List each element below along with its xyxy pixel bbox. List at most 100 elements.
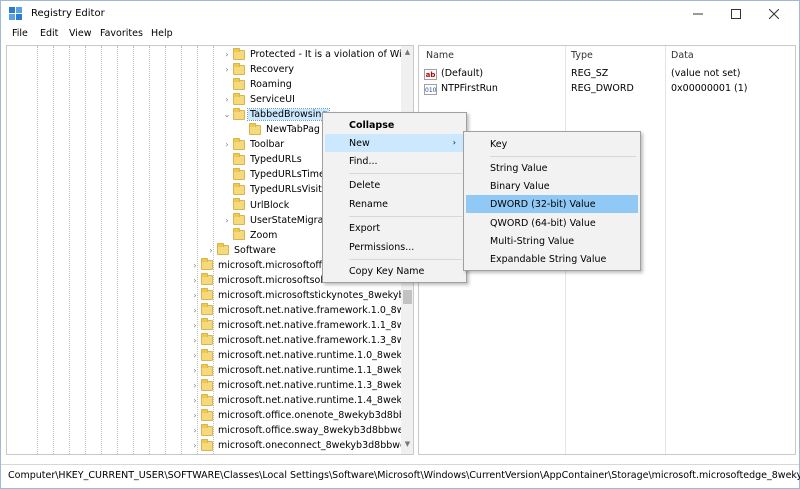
context-permissions[interactable]: Permissions... [325, 238, 464, 256]
close-button[interactable] [755, 1, 793, 26]
menu-file[interactable]: File [12, 28, 28, 39]
new-binary-value[interactable]: Binary Value [466, 177, 638, 195]
expand-chevron-icon[interactable]: › [205, 243, 217, 258]
scroll-up-arrow-icon[interactable]: ▲ [401, 46, 413, 58]
tree-item-label: microsoft.office.sway_8wekyb3d8bbwe [218, 425, 404, 437]
tree-item[interactable]: › microsoft.net.native.runtime.1.4_8wekyb [189, 393, 413, 408]
maximize-button[interactable] [717, 1, 755, 26]
tree-guide-line [101, 46, 102, 454]
tree-item[interactable]: › microsoft.microsoftsol [189, 273, 325, 288]
tree-item[interactable]: Roaming [221, 77, 294, 92]
tree-item[interactable]: › ServiceUI [221, 92, 297, 107]
tree-item[interactable]: › microsoft.office.sway_8wekyb3d8bbwe [189, 423, 406, 438]
expand-chevron-icon [221, 182, 233, 197]
new-string-value[interactable]: String Value [466, 159, 638, 177]
column-header-name[interactable]: Name [426, 50, 454, 61]
expand-chevron-icon[interactable]: › [189, 258, 201, 273]
registry-editor-window: Registry Editor File Edit View Favorites… [0, 0, 800, 489]
new-dword-value[interactable]: DWORD (32-bit) Value [466, 195, 638, 213]
tree-item[interactable]: TypedURLs [221, 152, 304, 167]
menu-separator [349, 216, 462, 217]
context-new[interactable]: New › [325, 134, 464, 152]
tree-item[interactable]: › microsoft.net.native.runtime.1.3_8wekyb [189, 378, 413, 393]
tree-item[interactable]: › microsoft.office.onenote_8wekyb3d8bbv [189, 408, 413, 423]
new-expandable-string-value[interactable]: Expandable String Value [466, 250, 638, 268]
expanded-chevron-icon[interactable]: ⌄ [221, 107, 233, 122]
tree-item[interactable]: › microsoft.net.native.runtime.1.1_8wekyb [189, 363, 413, 378]
expand-chevron-icon[interactable]: › [189, 438, 201, 453]
folder-icon [201, 318, 213, 331]
tree-item[interactable]: › microsoft.net.native.framework.1.0_8wek [189, 303, 413, 318]
expand-chevron-icon[interactable]: › [189, 303, 201, 318]
context-copy-key-name[interactable]: Copy Key Name [325, 262, 464, 280]
menu-favorites[interactable]: Favorites [100, 28, 143, 39]
tree-item[interactable]: › microsoft.net.native.framework.1.1_8wek [189, 318, 413, 333]
folder-icon [201, 363, 213, 376]
expand-chevron-icon[interactable]: › [189, 333, 201, 348]
value-data: 0x00000001 (1) [671, 83, 748, 94]
tree-guide-line [53, 46, 54, 454]
expand-chevron-icon[interactable]: › [189, 288, 201, 303]
title-bar[interactable]: Registry Editor [1, 1, 799, 26]
tree-item-label: microsoft.net.native.runtime.1.0_8wekyb [218, 350, 414, 361]
expand-chevron-icon [221, 228, 233, 243]
minimize-button[interactable] [679, 1, 717, 26]
expand-chevron-icon[interactable]: › [189, 378, 201, 393]
folder-icon [201, 393, 213, 406]
tree-guide-line [69, 46, 70, 454]
tree-item[interactable]: › Software [205, 243, 278, 258]
expand-chevron-icon[interactable]: › [189, 318, 201, 333]
tree-item[interactable]: › Protected - It is a violation of Win [221, 47, 410, 62]
context-collapse[interactable]: Collapse [325, 116, 464, 134]
expand-chevron-icon[interactable]: › [189, 273, 201, 288]
expand-chevron-icon[interactable]: › [221, 47, 233, 62]
expand-chevron-icon[interactable]: › [221, 137, 233, 152]
tree-item[interactable]: › UserStateMigrat [221, 213, 329, 228]
scroll-down-arrow-icon[interactable]: ▼ [401, 438, 413, 450]
tree-item[interactable]: › microsoft.oneconnect_8wekyb3d8bbwe [189, 438, 408, 453]
value-row-default[interactable]: ab (Default) REG_SZ (value not set) [419, 67, 795, 82]
expand-chevron-icon[interactable]: › [189, 408, 201, 423]
tree-item[interactable]: › microsoft.microsoftoff [189, 258, 324, 273]
value-row-ntpfirstrun[interactable]: 010 NTPFirstRun REG_DWORD 0x00000001 (1) [419, 82, 795, 97]
new-multi-string-value[interactable]: Multi-String Value [466, 232, 638, 250]
context-export[interactable]: Export [325, 219, 464, 237]
tree-item-label: microsoft.office.onenote_8wekyb3d8bbv [218, 410, 411, 422]
expand-chevron-icon[interactable]: › [221, 213, 233, 228]
column-header-data[interactable]: Data [671, 50, 694, 61]
window-title: Registry Editor [31, 8, 105, 19]
expand-chevron-icon[interactable]: › [189, 393, 201, 408]
scroll-thumb[interactable] [403, 290, 412, 304]
context-find[interactable]: Find... [325, 152, 464, 170]
menu-edit[interactable]: Edit [40, 28, 58, 39]
new-qword-value[interactable]: QWORD (64-bit) Value [466, 214, 638, 232]
folder-icon [201, 258, 213, 271]
expand-chevron-icon[interactable]: › [189, 363, 201, 378]
tree-item[interactable]: ⌄ TabbedBrowsing [221, 107, 331, 122]
context-rename[interactable]: Rename [325, 195, 464, 213]
menu-help[interactable]: Help [151, 28, 173, 39]
context-delete[interactable]: Delete [325, 176, 464, 194]
tree-item[interactable]: › Recovery [221, 62, 296, 77]
tree-item[interactable]: › microsoft.net.native.framework.1.3_8wek [189, 333, 413, 348]
column-header-type[interactable]: Type [571, 50, 593, 61]
tree-item[interactable]: › microsoft.microsoftstickynotes_8wekyb3 [189, 288, 413, 303]
tree-item[interactable]: UrlBlock [221, 198, 291, 213]
expand-chevron-icon[interactable]: › [189, 348, 201, 363]
tree-item-label: NewTabPag [266, 124, 320, 136]
folder-icon [233, 198, 245, 210]
new-key[interactable]: Key [466, 135, 638, 153]
column-separator [665, 46, 666, 454]
expand-chevron-icon[interactable]: › [221, 62, 233, 77]
tree-item[interactable]: TypedURLsTime [221, 167, 327, 182]
tree-item[interactable]: TypedURLsVisitC [221, 182, 331, 197]
tree-item[interactable]: Zoom [221, 228, 279, 243]
folder-icon [233, 213, 245, 226]
expand-chevron-icon[interactable]: › [221, 92, 233, 107]
expand-chevron-icon [221, 77, 233, 92]
tree-item[interactable]: › microsoft.net.native.runtime.1.0_8wekyb [189, 348, 414, 363]
menu-view[interactable]: View [69, 28, 92, 39]
tree-item[interactable]: › Toolbar [221, 137, 286, 152]
expand-chevron-icon[interactable]: › [189, 423, 201, 438]
tree-item[interactable]: NewTabPag [237, 122, 322, 137]
